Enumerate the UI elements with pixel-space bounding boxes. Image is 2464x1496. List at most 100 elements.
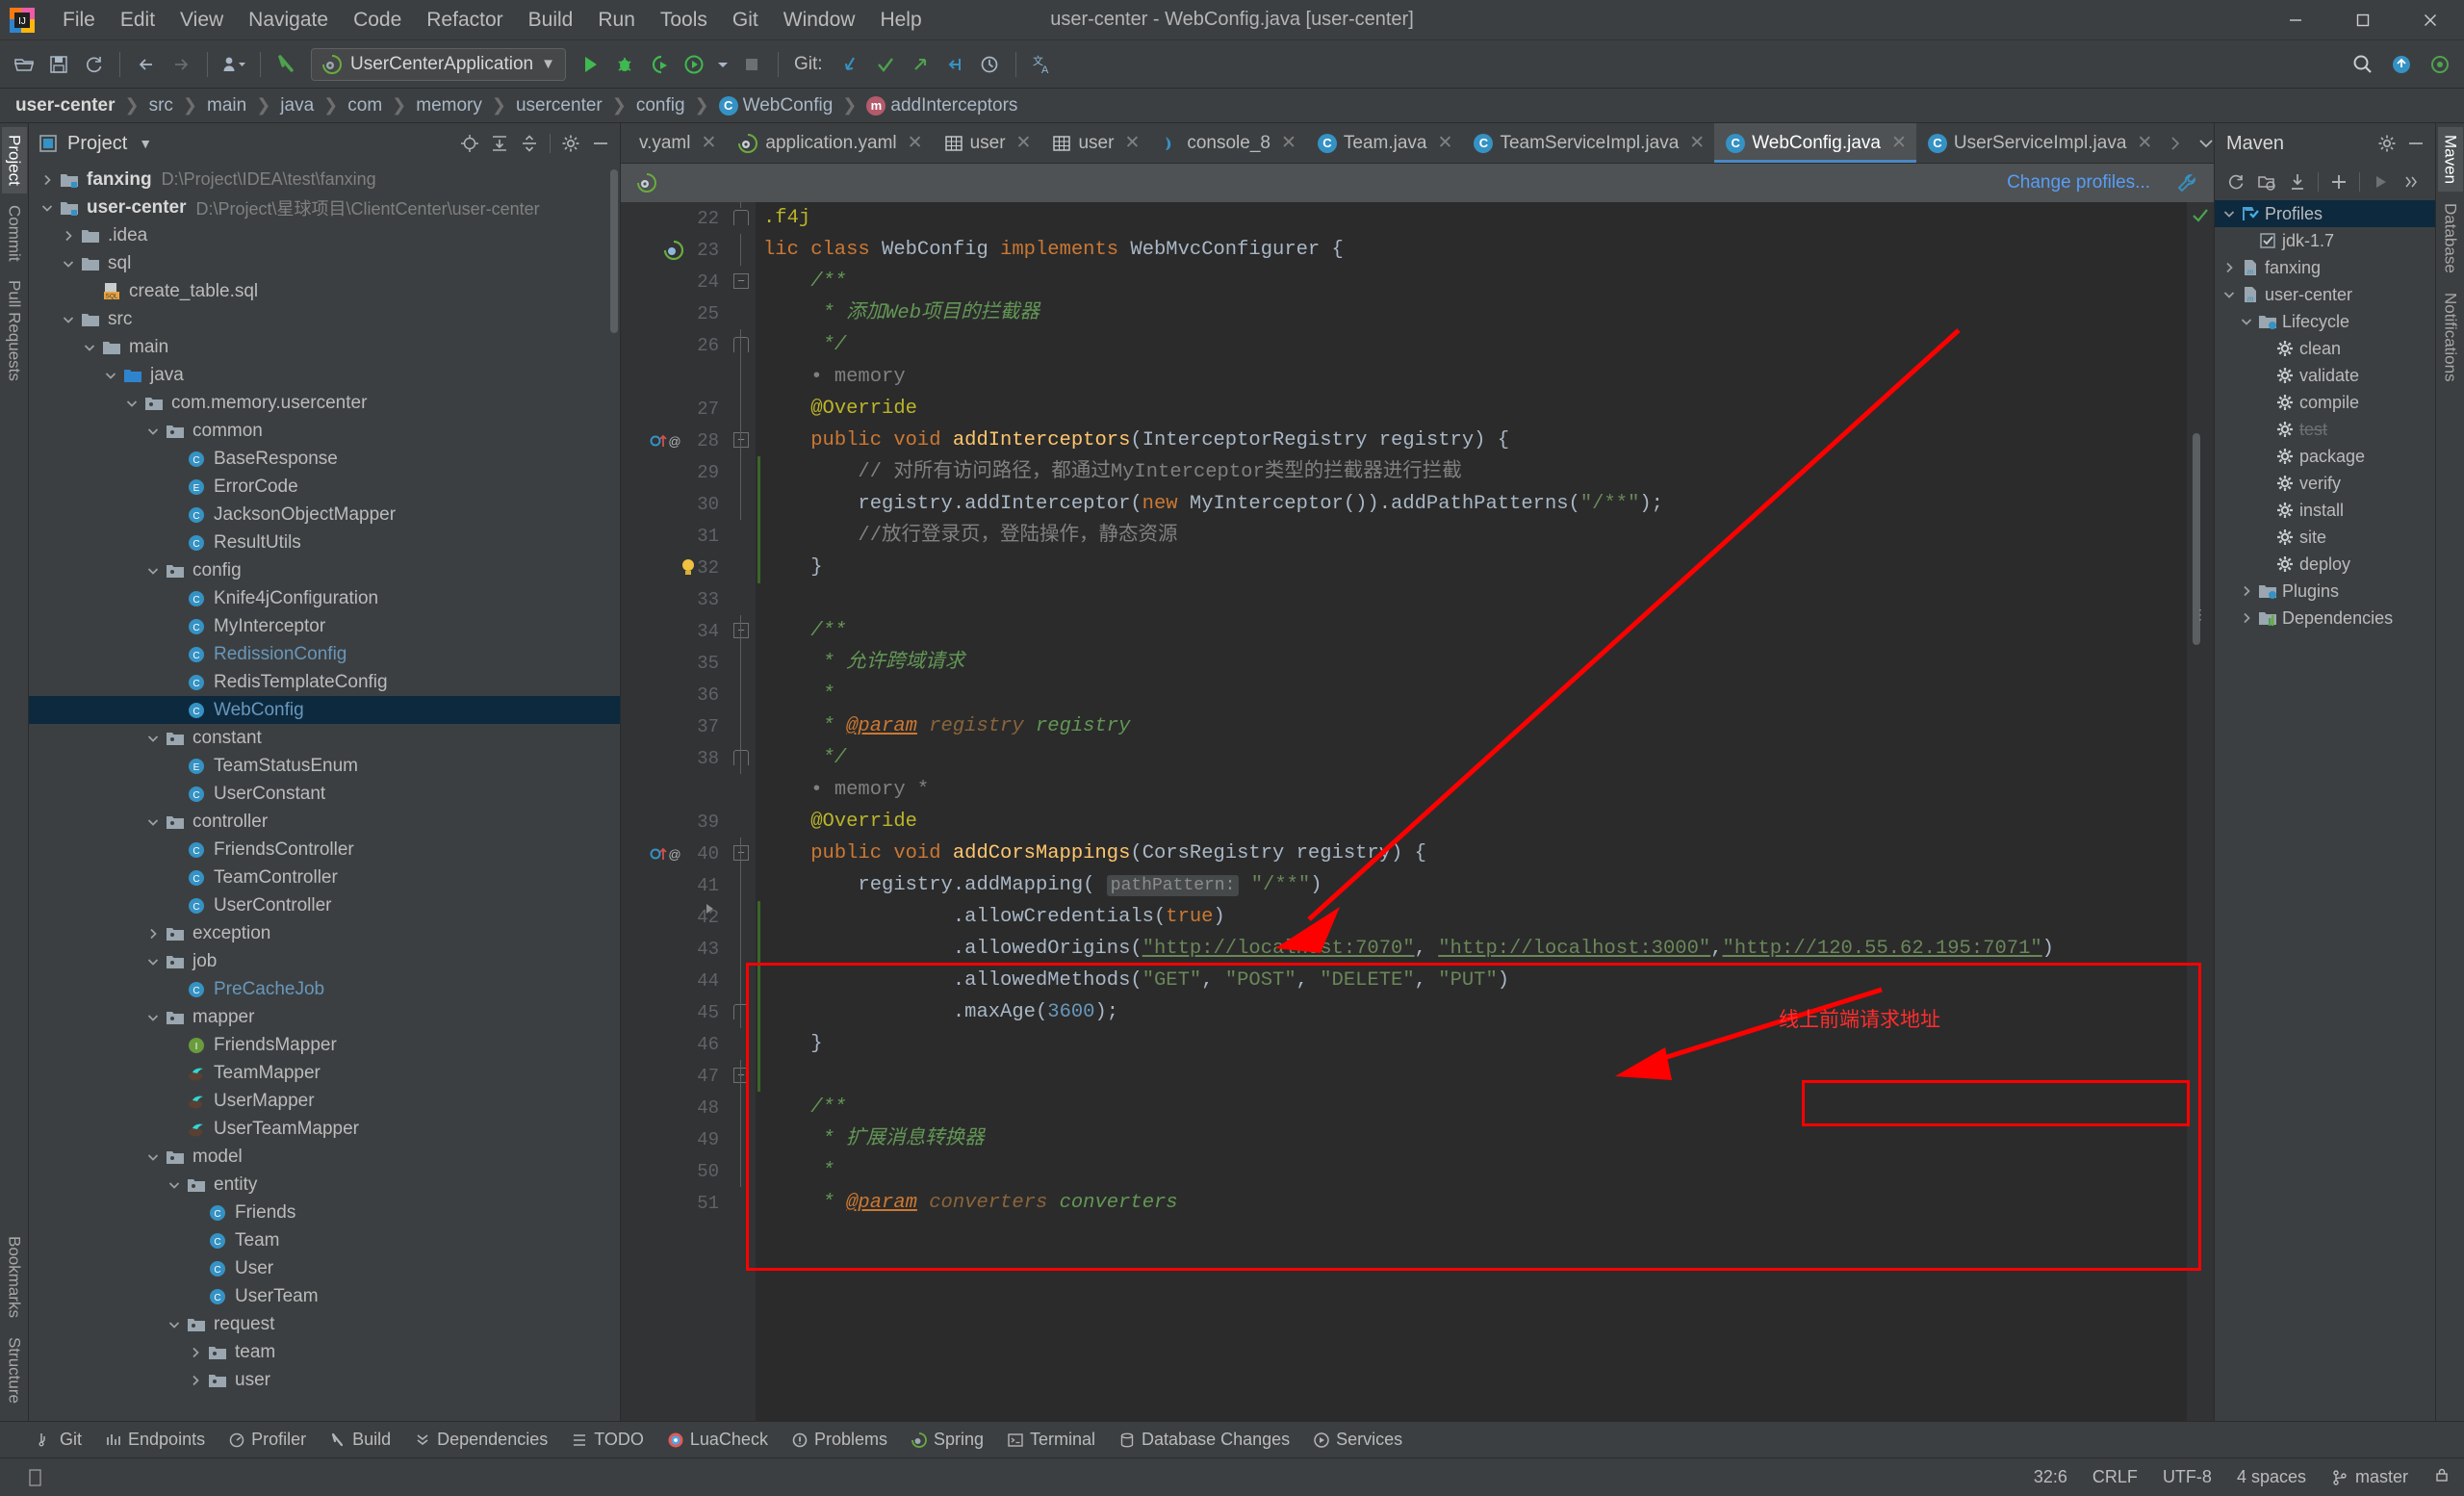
fold-toggle-icon[interactable] [733,210,749,225]
tree-arrow-icon[interactable] [142,564,164,578]
gutter-line[interactable]: 31 [621,520,727,552]
tree-arrow-icon[interactable] [2236,611,2257,625]
project-tree-row[interactable]: C RedisTemplateConfig [29,668,620,696]
editor-tab-bar[interactable]: v.yaml ✕ application.yaml ✕ user ✕ user ✕ consol… [621,123,2214,164]
gutter-line[interactable]: @40 [621,838,727,869]
tool-window-button-luacheck[interactable]: LuaCheck [657,1426,778,1454]
gutter-line[interactable]: 47 [621,1060,727,1092]
gutter-line[interactable]: 33 [621,583,727,615]
rail-pull-requests[interactable]: Pull Requests [2,272,27,389]
tool-window-button-spring[interactable]: Spring [901,1426,993,1454]
gear-icon[interactable] [2374,130,2400,157]
maven-tree-row[interactable]: m fanxing [2215,254,2435,281]
profile-icon[interactable] [678,48,710,81]
code-line[interactable]: } [756,1028,2187,1060]
tree-arrow-icon[interactable] [37,173,58,187]
editor-tab[interactable]: C WebConfig.java ✕ [1714,123,1916,163]
code-line[interactable]: * 扩展消息转换器 [756,1123,2187,1155]
maven-tree-row[interactable]: deploy [2215,551,2435,578]
code-line[interactable]: * 允许跨域请求 [756,647,2187,679]
maven-tree-row[interactable]: m user-center [2215,281,2435,308]
tree-arrow-icon[interactable] [142,815,164,829]
tree-arrow-icon[interactable] [2219,261,2240,274]
project-tree-row[interactable]: common [29,417,620,445]
file-encoding[interactable]: UTF-8 [2163,1467,2212,1487]
project-tree-row[interactable]: exception [29,919,620,947]
gutter-line[interactable] [621,774,727,806]
editor-tab[interactable]: user ✕ [933,123,1041,163]
hide-panel-icon[interactable] [2402,130,2429,157]
menu-refactor[interactable]: Refactor [414,5,515,36]
gutter-line[interactable]: 23 [621,234,727,266]
tool-window-button-endpoints[interactable]: Endpoints [95,1426,215,1454]
breadcrumb-item-3[interactable]: java [274,93,320,118]
gutter-line[interactable]: 24 [621,266,727,297]
lock-icon[interactable] [2433,1466,2451,1488]
tool-window-button-profiler[interactable]: Profiler [218,1426,316,1454]
gutter-line[interactable]: @28 [621,425,727,456]
fold-toggle-icon[interactable]: − [733,623,749,638]
tree-arrow-icon[interactable] [185,1346,206,1359]
rail-project[interactable]: Project [1,127,27,193]
project-tree-row[interactable]: C Knife4jConfiguration [29,584,620,612]
maven-tree-row[interactable]: Profiles [2215,200,2435,227]
minimize-button[interactable] [2262,0,2329,40]
breadcrumb-item-5[interactable]: memory [410,93,488,118]
gutter-line[interactable]: 45 [621,996,727,1028]
gutter-line[interactable]: 41 [621,869,727,901]
git-branch-widget[interactable]: master [2331,1467,2408,1487]
chevron-down-icon[interactable]: ▼ [139,136,152,151]
project-scrollbar[interactable] [610,169,618,333]
gutter-line[interactable]: 37 [621,710,727,742]
tree-arrow-icon[interactable] [58,257,79,271]
code-line[interactable]: * 添加Web项目的拦截器 [756,297,2187,329]
project-tree-row[interactable]: C Friends [29,1199,620,1226]
project-tree-row[interactable]: C MyInterceptor [29,612,620,640]
project-tree-row[interactable]: C ResultUtils [29,529,620,556]
maven-tree-row[interactable]: install [2215,497,2435,524]
fold-toggle-icon[interactable]: − [733,273,749,289]
gutter-line[interactable]: 46 [621,1028,727,1060]
project-tree-row[interactable]: E TeamStatusEnum [29,752,620,780]
breadcrumb-item-2[interactable]: main [201,93,252,118]
code-line[interactable]: /** [756,1092,2187,1123]
tree-arrow-icon[interactable] [2236,584,2257,598]
breadcrumb-item-1[interactable]: src [143,93,179,118]
project-tree-row[interactable]: E ErrorCode [29,473,620,501]
tree-arrow-icon[interactable] [2219,288,2240,301]
project-tree-row[interactable]: UserTeamMapper [29,1115,620,1143]
close-tab-icon[interactable]: ✕ [1281,132,1296,154]
menu-code[interactable]: Code [341,5,414,36]
line-number-gutter[interactable]: 22 23 24 25 26 27 @28 29 30 31 32 33 34 35 36 37 38 39 @40… [621,202,727,1421]
menu-view[interactable]: View [167,5,236,36]
code-line[interactable]: registry.addInterceptor(new MyIntercepto… [756,488,2187,520]
gutter-line[interactable]: 35 [621,647,727,679]
tree-arrow-icon[interactable] [164,1178,185,1192]
maven-tree-row[interactable]: validate [2215,362,2435,389]
main-menu[interactable]: File Edit View Navigate Code Refactor Bu… [50,5,935,36]
menu-edit[interactable]: Edit [108,5,167,36]
fold-toggle-icon[interactable] [733,750,749,765]
project-tree-row[interactable]: .idea [29,221,620,249]
tree-arrow-icon[interactable] [142,732,164,745]
close-tab-icon[interactable]: ✕ [1438,132,1453,154]
project-tree-row[interactable]: main [29,333,620,361]
project-tree-row[interactable]: TeamMapper [29,1059,620,1087]
project-tree-row[interactable]: java [29,361,620,389]
editor-tab[interactable]: user ✕ [1040,123,1149,163]
rollback-icon[interactable] [938,48,971,81]
maven-tree-row[interactable]: verify [2215,470,2435,497]
tree-arrow-icon[interactable] [121,397,142,410]
project-tree-row[interactable]: user-center D:\Project\星球项目\ClientCenter\… [29,193,620,221]
rail-structure[interactable]: Structure [2,1329,27,1411]
rail-notifications[interactable]: Notifications [2438,285,2463,390]
maven-tree-row[interactable]: package [2215,443,2435,470]
code-line[interactable]: .allowCredentials(true) [756,901,2187,933]
code-line[interactable]: .allowedOrigins("http://localhost:7070",… [756,933,2187,965]
project-tree-row[interactable]: request [29,1310,620,1338]
code-line[interactable] [756,1060,2187,1092]
menu-file[interactable]: File [50,5,108,36]
code-line[interactable]: * [756,679,2187,710]
project-tree-row[interactable]: C UserConstant [29,780,620,808]
project-tree-row[interactable]: src [29,305,620,333]
